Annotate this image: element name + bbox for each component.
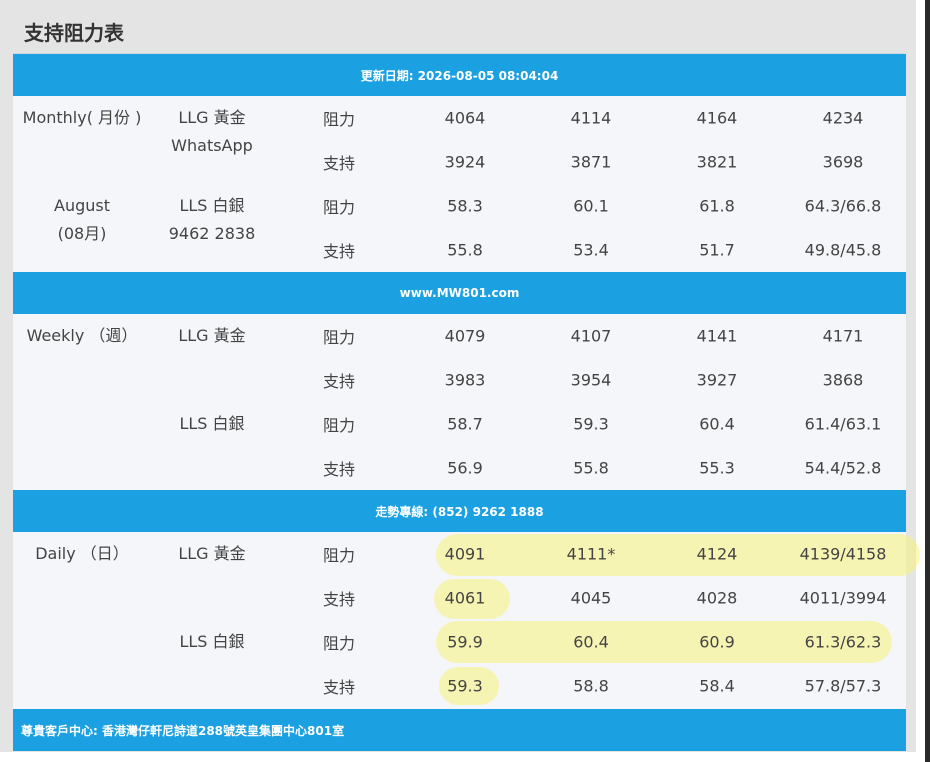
value-cell: 4064 — [444, 108, 486, 128]
value-cell: 56.9 — [447, 458, 483, 478]
value-cell: 4111* — [566, 544, 616, 564]
row-type: 阻力 — [322, 634, 356, 653]
monthly-whatsapp-number: 9462 2838 — [168, 224, 256, 243]
updated-band: 更新日期: 2026-08-05 08:04:04 — [13, 54, 906, 96]
address-band: 尊貴客戶中心: 香港灣仔軒尼詩道288號英皇集團中心801室 — [13, 709, 906, 751]
value-cell: 64.3/66.8 — [804, 196, 882, 216]
value-cell: 54.4/52.8 — [804, 458, 882, 478]
monthly-whatsapp-label: WhatsApp — [171, 136, 253, 155]
value-cell: 55.3 — [699, 458, 735, 478]
row-type: 阻力 — [322, 328, 356, 347]
value-cell: 4011/3994 — [799, 588, 887, 608]
value-cell: 3924 — [444, 152, 486, 172]
row-type: 支持 — [322, 678, 356, 697]
value-cell: 4061 — [444, 588, 486, 608]
value-cell: 59.3 — [573, 414, 609, 434]
value-cell: 61.3/62.3 — [804, 632, 882, 652]
value-cell: 60.4 — [573, 632, 609, 652]
monthly-month-label: August — [54, 196, 110, 215]
value-cell: 58.4 — [699, 676, 735, 696]
monthly-period-label: Monthly( 月份 ) — [22, 108, 142, 127]
website-band: www.MW801.com — [13, 272, 906, 314]
support-resistance-table: 更新日期: 2026-08-05 08:04:04 www.MW801.com … — [13, 53, 920, 751]
row-type: 支持 — [322, 242, 356, 261]
row-type: 支持 — [322, 590, 356, 609]
weekly-silver-label: LLS 白銀 — [179, 414, 245, 433]
value-cell: 55.8 — [573, 458, 609, 478]
value-cell: 49.8/45.8 — [804, 240, 882, 260]
monthly-silver-label: LLS 白銀 — [179, 196, 245, 215]
value-cell: 4107 — [570, 326, 612, 346]
row-type: 支持 — [322, 154, 356, 173]
value-cell: 58.8 — [573, 676, 609, 696]
value-cell: 4114 — [570, 108, 612, 128]
value-cell: 4079 — [444, 326, 486, 346]
value-cell: 60.9 — [699, 632, 735, 652]
hotline-band: 走勢專線: (852) 9262 1888 — [13, 490, 906, 532]
value-cell: 3927 — [696, 370, 738, 390]
row-type: 阻力 — [322, 416, 356, 435]
row-type: 阻力 — [322, 198, 356, 217]
value-cell: 3698 — [822, 152, 864, 172]
value-cell: 53.4 — [573, 240, 609, 260]
value-cell: 61.8 — [699, 196, 735, 216]
daily-gold-label: LLG 黃金 — [178, 544, 246, 563]
value-cell: 58.7 — [447, 414, 483, 434]
daily-period-label: Daily （日） — [35, 544, 129, 563]
value-cell: 59.9 — [447, 632, 483, 652]
value-cell: 4045 — [570, 588, 612, 608]
monthly-month-number: (08月) — [57, 224, 107, 243]
weekly-period-label: Weekly （週） — [26, 326, 138, 345]
page-title: 支持阻力表 — [24, 21, 124, 45]
value-cell: 4139/4158 — [799, 544, 887, 564]
value-cell: 3821 — [696, 152, 738, 172]
value-cell: 51.7 — [699, 240, 735, 260]
value-cell: 3954 — [570, 370, 612, 390]
value-cell: 57.8/57.3 — [804, 676, 882, 696]
value-cell: 4091 — [444, 544, 486, 564]
row-type: 阻力 — [322, 110, 356, 129]
value-cell: 55.8 — [447, 240, 483, 260]
row-type: 阻力 — [322, 546, 356, 565]
value-cell: 4141 — [696, 326, 738, 346]
row-type: 支持 — [322, 460, 356, 479]
value-cell: 4028 — [696, 588, 738, 608]
value-cell: 4164 — [696, 108, 738, 128]
value-cell: 59.3 — [447, 676, 483, 696]
window-edge — [925, 0, 930, 762]
content-panel: 支持阻力表 更新日期: 2026-08-05 08:04:04 www.MW80… — [0, 0, 920, 752]
value-cell: 61.4/63.1 — [804, 414, 882, 434]
value-cell: 3871 — [570, 152, 612, 172]
value-cell: 3868 — [822, 370, 864, 390]
value-cell: 58.3 — [447, 196, 483, 216]
value-cell: 3983 — [444, 370, 486, 390]
value-cell: 60.1 — [573, 196, 609, 216]
value-cell: 4124 — [696, 544, 738, 564]
daily-silver-label: LLS 白銀 — [179, 632, 245, 651]
weekly-gold-label: LLG 黃金 — [178, 326, 246, 345]
monthly-gold-label: LLG 黃金 — [178, 108, 246, 127]
value-cell: 60.4 — [699, 414, 735, 434]
value-cell: 4171 — [822, 326, 864, 346]
row-type: 支持 — [322, 372, 356, 391]
value-cell: 4234 — [822, 108, 864, 128]
